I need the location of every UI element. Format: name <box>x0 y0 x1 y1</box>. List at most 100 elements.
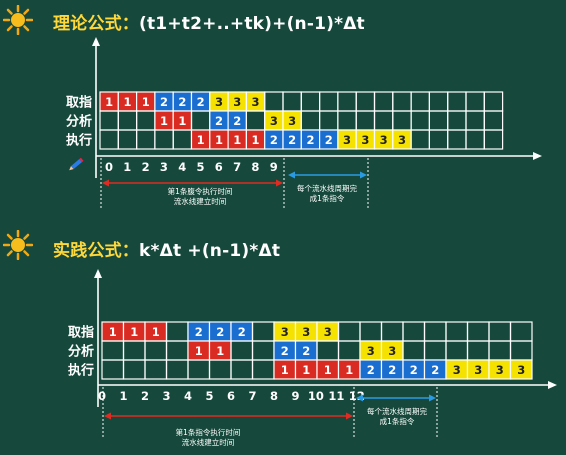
pipeline-cell-empty <box>154 129 174 150</box>
pipeline-cell-empty <box>245 110 266 131</box>
x-axis-arrow <box>548 381 557 389</box>
cell-instruction-number: 3 <box>388 344 396 358</box>
pipeline-cell-empty <box>465 110 485 131</box>
cell-instruction-number: 3 <box>343 133 351 147</box>
pipeline-cell-empty <box>187 359 211 380</box>
annotation-left-2: 第1条指令执行时间 流水线建立时间 <box>148 428 268 448</box>
cell-instruction-number: 3 <box>288 114 296 128</box>
blue-arrow-head-right <box>429 394 436 402</box>
pipeline-cell-empty <box>337 321 361 342</box>
x-axis-arrow <box>533 152 542 160</box>
red-arrow-head-left <box>104 412 111 420</box>
cell-instruction-number: 3 <box>453 363 461 377</box>
cell-instruction-number: 3 <box>215 95 223 109</box>
row-label: 取指 <box>68 325 94 341</box>
cell-instruction-number: 1 <box>152 325 160 339</box>
pipeline-cell-empty <box>282 91 302 112</box>
axis-tick-label: 8 <box>270 389 278 403</box>
cell-instruction-number: 1 <box>109 325 117 339</box>
pipeline-cell-empty <box>99 129 119 150</box>
cell-instruction-number: 2 <box>325 133 333 147</box>
pipeline-cell-empty <box>122 359 146 380</box>
pipeline-cell-empty <box>144 340 168 361</box>
annotation-right-2: 每个流水线周期完 成1条指令 <box>352 407 442 427</box>
cell-instruction-number: 1 <box>197 133 205 147</box>
pipeline-cell-empty <box>509 321 533 342</box>
cell-instruction-number: 2 <box>238 325 246 339</box>
pipeline-cell-empty <box>230 359 254 380</box>
row-label: 分析 <box>66 114 92 130</box>
pipeline-diagram-practice: 取指分析执行1 1 1 2 2 2 3 3 31 1 2 2 3 31 1 1 1 2 2 2 2 3 3 3 30 1 2 3 4 5 6… <box>68 269 557 437</box>
cell-instruction-number: 3 <box>398 133 406 147</box>
pipeline-cell-empty <box>230 340 254 361</box>
axis-tick-label: 4 <box>178 160 186 174</box>
axis-tick-label: 6 <box>227 389 235 403</box>
annotation-left-1: 第1条腹令执行时间 流水线建立时间 <box>140 187 260 207</box>
pipeline-cell-empty <box>122 340 146 361</box>
axis-tick-label: 1 <box>123 160 131 174</box>
cell-instruction-number: 2 <box>233 114 241 128</box>
pipeline-cell-empty <box>423 321 447 342</box>
axis-tick-label: 9 <box>270 160 278 174</box>
axis-tick-label: 8 <box>251 160 259 174</box>
pipeline-cell-empty <box>465 129 485 150</box>
pipeline-cell-empty <box>466 321 490 342</box>
row-label: 取指 <box>66 95 92 111</box>
axis-tick-label: 2 <box>141 389 149 403</box>
cell-instruction-number: 1 <box>345 363 353 377</box>
pipeline-cell-empty <box>509 340 533 361</box>
cell-instruction-number: 2 <box>195 325 203 339</box>
axis-tick-label: 4 <box>184 389 192 403</box>
blue-arrow-head-left <box>288 171 295 179</box>
pipeline-cell-empty <box>483 110 504 131</box>
cell-instruction-number: 3 <box>324 325 332 339</box>
pipeline-cell-empty <box>337 110 357 131</box>
cell-instruction-number: 1 <box>324 363 332 377</box>
pipeline-cell-empty <box>251 340 275 361</box>
pipeline-cell-empty <box>251 321 275 342</box>
cell-instruction-number: 1 <box>252 133 260 147</box>
cell-instruction-number: 2 <box>367 363 375 377</box>
pipeline-cell-empty <box>447 129 467 150</box>
cell-instruction-number: 3 <box>302 325 310 339</box>
pipeline-cell-empty <box>428 129 449 150</box>
pipeline-cell-empty <box>423 340 447 361</box>
cell-instruction-number: 2 <box>388 363 396 377</box>
cell-instruction-number: 3 <box>380 133 388 147</box>
cell-instruction-number: 2 <box>431 363 439 377</box>
pipeline-cell-empty <box>136 129 156 150</box>
cell-instruction-number: 1 <box>195 344 203 358</box>
pipeline-cell-empty <box>445 340 469 361</box>
pipeline-cell-empty <box>144 359 168 380</box>
annotation-right-line: 成1条指令 <box>379 417 415 426</box>
cell-instruction-number: 3 <box>496 363 504 377</box>
pipeline-cell-empty <box>355 91 376 112</box>
pipeline-cell-empty <box>99 110 119 131</box>
pipeline-cell-empty <box>190 110 211 131</box>
pipeline-cell-empty <box>165 359 189 380</box>
pipeline-cell-empty <box>402 340 426 361</box>
pipeline-cell-empty <box>136 110 156 131</box>
pipeline-cell-empty <box>447 91 467 112</box>
pipeline-cell-empty <box>101 340 125 361</box>
pipeline-cell-empty <box>465 91 485 112</box>
pipeline-cell-empty <box>428 110 449 131</box>
cell-instruction-number: 2 <box>288 133 296 147</box>
cell-instruction-number: 1 <box>281 363 289 377</box>
pipeline-cell-empty <box>488 321 512 342</box>
axis-tick-label: 3 <box>162 389 170 403</box>
pipeline-cell-empty <box>483 129 504 150</box>
cell-instruction-number: 1 <box>142 95 150 109</box>
cell-instruction-number: 1 <box>216 344 224 358</box>
cell-instruction-number: 3 <box>361 133 369 147</box>
pipeline-cell-empty <box>359 321 383 342</box>
pipeline-cell-empty <box>402 321 426 342</box>
blue-arrow-head-right <box>360 171 367 179</box>
cell-instruction-number: 3 <box>281 325 289 339</box>
cell-instruction-number: 2 <box>306 133 314 147</box>
cell-instruction-number: 3 <box>233 95 241 109</box>
annotation-left-line: 第1条腹令执行时间 <box>167 187 233 196</box>
cell-instruction-number: 2 <box>197 95 205 109</box>
annotation-right-line: 成1条指令 <box>309 194 345 203</box>
pipeline-cell-empty <box>264 91 284 112</box>
